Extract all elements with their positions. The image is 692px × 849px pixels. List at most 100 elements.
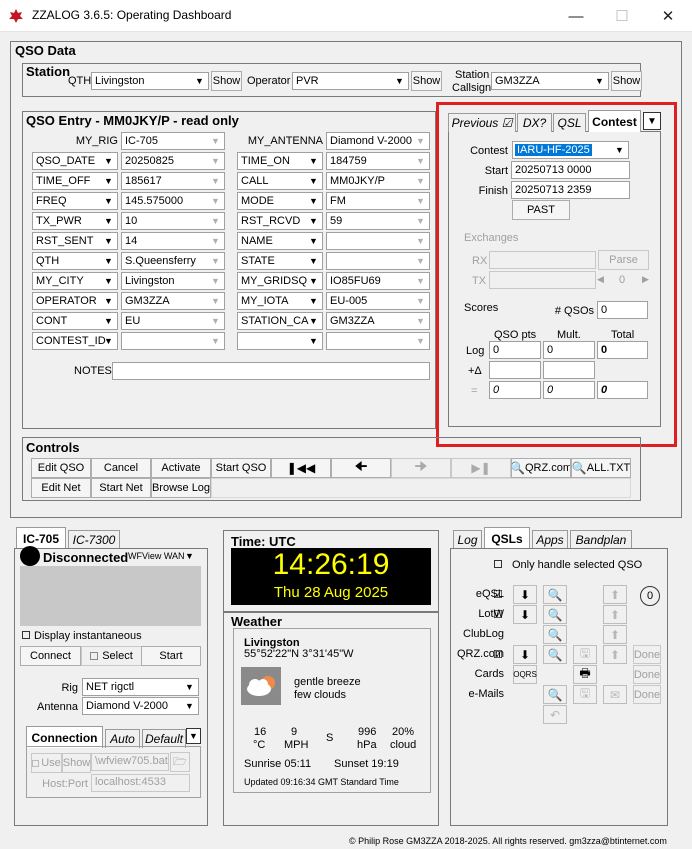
field-selector-right[interactable]: ▼ xyxy=(237,332,323,350)
field-value-right[interactable]: 59 ▼ xyxy=(326,212,430,230)
qrz-button[interactable]: 🔍 QRZ.com xyxy=(511,458,571,478)
qsl-enabled-checkbox[interactable]: ☑ xyxy=(493,608,503,621)
qsl-enabled-checkbox[interactable]: ☑ xyxy=(493,648,503,661)
field-selector-left[interactable]: RST_SENT ▼ xyxy=(32,232,118,250)
field-selector-right[interactable]: MY_IOTA ▼ xyxy=(237,292,323,310)
field-selector-left[interactable]: TX_PWR ▼ xyxy=(32,212,118,230)
field-selector-left[interactable]: TIME_OFF ▼ xyxy=(32,172,118,190)
search-button[interactable]: 🔍 xyxy=(543,685,567,704)
rig-start-button[interactable]: Start xyxy=(141,646,201,666)
field-selector-left[interactable]: MY_CITY ▼ xyxy=(32,272,118,290)
download-button[interactable]: ⬇ xyxy=(513,605,537,624)
rig-select[interactable]: NET rigctl ▼ xyxy=(82,678,199,696)
field-value-right[interactable]: ▼ xyxy=(326,232,430,250)
cancel-button[interactable]: Cancel xyxy=(91,458,151,478)
field-value-left[interactable]: GM3ZZA ▼ xyxy=(121,292,225,310)
print-icon[interactable]: 🖶 xyxy=(573,665,597,684)
field-value-left[interactable]: S.Queensferry ▼ xyxy=(121,252,225,270)
bat-path-field[interactable]: \wfview705.bat xyxy=(91,753,169,771)
save-icon[interactable]: 🖫 xyxy=(573,645,597,664)
field-selector-right[interactable]: RST_RCVD ▼ xyxy=(237,212,323,230)
callsign-select[interactable]: GM3ZZA ▼ xyxy=(491,72,609,90)
field-value-right[interactable]: IO85FU69 ▼ xyxy=(326,272,430,290)
alltxt-button[interactable]: 🔍 ALL.TXT xyxy=(571,458,631,478)
previous-record-button[interactable]: 🠈 xyxy=(331,458,391,478)
field-selector-left[interactable]: FREQ ▼ xyxy=(32,192,118,210)
browse-log-button[interactable]: Browse Log xyxy=(151,478,211,498)
tab-log[interactable]: Log xyxy=(453,530,482,549)
my-antenna-select[interactable]: Diamond V-2000 ▼ xyxy=(326,132,430,150)
upload-button[interactable]: ⬆ xyxy=(603,585,627,604)
field-selector-left[interactable]: OPERATOR ▼ xyxy=(32,292,118,310)
field-value-left[interactable]: 10 ▼ xyxy=(121,212,225,230)
browse-folder-button[interactable]: 🗁 xyxy=(170,752,190,772)
field-value-left[interactable]: EU ▼ xyxy=(121,312,225,330)
last-record-button[interactable]: ▶❚ xyxy=(451,458,511,478)
field-value-right[interactable]: ▼ xyxy=(326,332,430,350)
done-button[interactable]: Done xyxy=(633,645,661,664)
tab-qsls[interactable]: QSLs xyxy=(484,527,530,549)
download-button[interactable]: ⬇ xyxy=(513,585,537,604)
oqrs-button[interactable]: OQRS xyxy=(513,665,537,684)
field-selector-right[interactable]: MODE ▼ xyxy=(237,192,323,210)
mail-icon[interactable]: ✉ xyxy=(603,685,627,704)
search-button[interactable]: 🔍 xyxy=(543,645,567,664)
field-value-right[interactable]: FM ▼ xyxy=(326,192,430,210)
connect-button[interactable]: Connect xyxy=(20,646,81,666)
field-value-left[interactable]: Livingston ▼ xyxy=(121,272,225,290)
download-button[interactable]: ⬇ xyxy=(513,645,537,664)
activate-button[interactable]: Activate xyxy=(151,458,211,478)
instantaneous-checkbox[interactable]: Display instantaneous xyxy=(22,630,142,642)
field-value-left[interactable]: ▼ xyxy=(121,332,225,350)
select-button[interactable]: Select xyxy=(81,646,142,666)
field-value-right[interactable]: 184759 ▼ xyxy=(326,152,430,170)
field-selector-left[interactable]: CONT ▼ xyxy=(32,312,118,330)
field-selector-right[interactable]: TIME_ON ▼ xyxy=(237,152,323,170)
field-selector-left[interactable]: QTH ▼ xyxy=(32,252,118,270)
qth-show-button[interactable]: Show xyxy=(211,71,242,91)
upload-button[interactable]: ⬆ xyxy=(603,645,627,664)
tab-ic705[interactable]: IC-705 xyxy=(16,527,66,549)
field-value-left[interactable]: 14 ▼ xyxy=(121,232,225,250)
field-selector-left[interactable]: QSO_DATE ▼ xyxy=(32,152,118,170)
edit-qso-button[interactable]: Edit QSO xyxy=(31,458,91,478)
rig-subtab-menu[interactable]: ▼ xyxy=(186,728,201,744)
field-value-right[interactable]: ▼ xyxy=(326,252,430,270)
qsl-enabled-checkbox[interactable]: ☑ xyxy=(493,588,503,601)
field-value-left[interactable]: 185617 ▼ xyxy=(121,172,225,190)
field-value-right[interactable]: EU-005 ▼ xyxy=(326,292,430,310)
maximize-button[interactable]: ☐ xyxy=(599,0,645,32)
upload-button[interactable]: ⬆ xyxy=(603,625,627,644)
search-button[interactable]: 🔍 xyxy=(543,625,567,644)
field-selector-right[interactable]: MY_GRIDSQ ▼ xyxy=(237,272,323,290)
only-selected-checkbox[interactable]: Only handle selected QSO xyxy=(494,559,642,571)
antenna-select[interactable]: Diamond V-2000 ▼ xyxy=(82,697,199,715)
field-selector-right[interactable]: STATE ▼ xyxy=(237,252,323,270)
first-record-button[interactable]: ❚◀◀ xyxy=(271,458,331,478)
field-selector-left[interactable]: CONTEST_ID ▼ xyxy=(32,332,118,350)
qth-select[interactable]: Livingston ▼ xyxy=(91,72,209,90)
field-selector-right[interactable]: NAME ▼ xyxy=(237,232,323,250)
field-value-left[interactable]: 145.575000 ▼ xyxy=(121,192,225,210)
next-record-button[interactable]: 🠊 xyxy=(391,458,451,478)
field-value-left[interactable]: 20250825 ▼ xyxy=(121,152,225,170)
start-net-button[interactable]: Start Net xyxy=(91,478,151,498)
show-checkbox[interactable]: Show xyxy=(62,753,91,773)
start-qso-button[interactable]: Start QSO xyxy=(211,458,271,478)
tab-connection[interactable]: Connection xyxy=(26,726,103,748)
undo-button[interactable]: ↶ xyxy=(543,705,567,724)
tab-bandplan[interactable]: Bandplan xyxy=(570,530,632,549)
field-selector-right[interactable]: CALL ▼ xyxy=(237,172,323,190)
wan-dropdown[interactable]: ▼ xyxy=(185,551,194,561)
notes-field[interactable] xyxy=(112,362,430,380)
tab-ic7300[interactable]: IC-7300 xyxy=(68,530,120,549)
operator-select[interactable]: PVR ▼ xyxy=(292,72,409,90)
field-value-right[interactable]: MM0JKY/P ▼ xyxy=(326,172,430,190)
field-value-right[interactable]: GM3ZZA ▼ xyxy=(326,312,430,330)
done-button[interactable]: Done xyxy=(633,685,661,704)
minimize-button[interactable]: — xyxy=(553,0,599,32)
search-button[interactable]: 🔍 xyxy=(543,585,567,604)
edit-net-button[interactable]: Edit Net xyxy=(31,478,91,498)
operator-show-button[interactable]: Show xyxy=(411,71,442,91)
save-icon[interactable]: 🖫 xyxy=(573,685,597,704)
